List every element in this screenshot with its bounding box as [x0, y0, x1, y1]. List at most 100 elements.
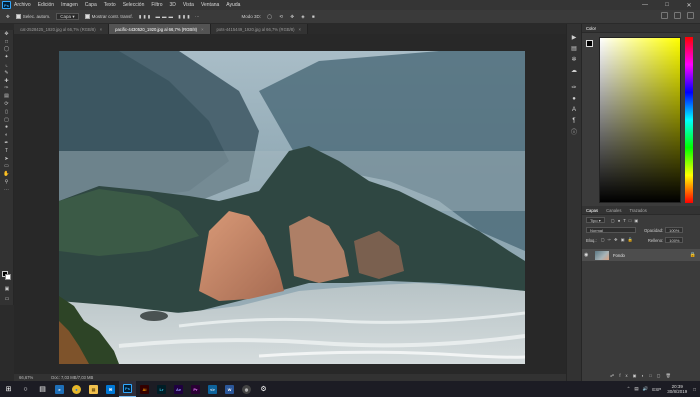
eraser-tool-icon[interactable]: ▯ [0, 108, 13, 116]
screen-mode-icon[interactable]: ▭ [0, 295, 14, 303]
close-tab-icon[interactable]: × [100, 27, 102, 32]
layer-name[interactable]: Fondo [613, 253, 625, 258]
zoom-tool-icon[interactable]: ⚲ [0, 178, 13, 186]
share-icon[interactable] [687, 12, 694, 19]
chrome-icon[interactable]: ● [68, 381, 85, 397]
eyedropper-tool-icon[interactable]: ✎ [0, 69, 13, 77]
menu-archivo[interactable]: Archivo [14, 2, 31, 8]
path-select-icon[interactable]: ➤ [0, 155, 13, 163]
align-icons[interactable]: ▮▮▮ ▬▬▬ ▮▮▮ ⋯ [139, 12, 202, 21]
language-indicator[interactable]: ESP [652, 387, 661, 392]
photoshop-taskbar-icon[interactable]: Ps [119, 381, 136, 397]
show-transform-checkbox[interactable] [84, 14, 90, 19]
task-view-icon[interactable]: ▤ [34, 381, 51, 397]
menu-ventana[interactable]: Ventana [201, 2, 219, 8]
brush-settings-icon[interactable]: ✑ [567, 82, 581, 93]
gradient-tool-icon[interactable]: ▢ [0, 116, 13, 124]
workspace-icon[interactable] [674, 12, 681, 19]
close-tab-icon[interactable]: × [201, 27, 203, 32]
quick-select-tool-icon[interactable]: ✦ [0, 53, 13, 61]
canvas-area[interactable] [14, 34, 566, 374]
crop-tool-icon[interactable]: ⌞ [0, 61, 13, 69]
tab-canales[interactable]: Canales [606, 208, 621, 213]
adjust-icon[interactable]: ✲ [567, 54, 581, 65]
background-color-swatch[interactable] [5, 274, 11, 280]
pen-tool-icon[interactable]: ✒ [0, 139, 13, 147]
history-brush-icon[interactable]: ⟳ [0, 100, 13, 108]
marquee-tool-icon[interactable]: □ [0, 38, 13, 46]
blend-mode-dropdown[interactable]: Normal [586, 227, 636, 233]
menu-vista[interactable]: Vista [183, 2, 194, 8]
clock[interactable]: 20:39 30/8/2019 [667, 384, 687, 394]
hue-slider[interactable] [685, 37, 693, 203]
menu-capa[interactable]: Capa [85, 2, 97, 8]
vscode-icon[interactable]: <> [204, 381, 221, 397]
move-tool-icon[interactable]: ✥ [0, 30, 13, 38]
more-tools-icon[interactable]: ⋯ [0, 186, 13, 194]
search-icon[interactable] [661, 12, 668, 19]
explorer-icon[interactable]: ▤ [85, 381, 102, 397]
type-tool-icon[interactable]: T [0, 147, 13, 155]
edge-icon[interactable]: e [51, 381, 68, 397]
zoom-level[interactable]: 66,67% [19, 375, 33, 380]
after-effects-icon[interactable]: Ae [170, 381, 187, 397]
layers-footer-icons[interactable]: ☍fx▣◐□▢🗑 [582, 371, 700, 381]
tab-capas[interactable]: Capas [586, 208, 598, 213]
mode-3d-icons[interactable]: ◯ ⟲ ✥ ◈ ■ [267, 12, 318, 21]
color-panel-title[interactable]: Color [586, 26, 596, 31]
lock-icons[interactable]: ▢✑✥▣🔒 [601, 237, 636, 243]
shape-tool-icon[interactable]: ▭ [0, 163, 13, 171]
layer-row[interactable]: ◉ Fondo 🔒 [582, 249, 700, 261]
volume-icon[interactable]: 🔊 [643, 386, 649, 392]
minimize-icon[interactable]: — [634, 0, 656, 10]
foreground-swatch[interactable] [586, 40, 593, 47]
app-icon[interactable]: ◎ [238, 381, 255, 397]
illustrator-icon[interactable]: Ai [136, 381, 153, 397]
stamp-tool-icon[interactable]: ▤ [0, 92, 13, 100]
menu-ayuda[interactable]: Ayuda [226, 2, 240, 8]
play-icon[interactable]: ▶ [567, 32, 581, 43]
hand-tool-icon[interactable]: ✋ [0, 170, 13, 178]
network-icon[interactable]: ▤ [634, 386, 638, 392]
maximize-icon[interactable]: □ [656, 0, 678, 10]
notifications-icon[interactable]: □ [693, 387, 696, 392]
layer-select-dropdown[interactable]: Capa ▾ [56, 13, 79, 20]
visibility-eye-icon[interactable]: ◉ [584, 252, 592, 258]
search-icon[interactable]: ○ [17, 381, 34, 397]
opacity-input[interactable]: 100% [665, 227, 684, 233]
cloud-icon[interactable]: ☁ [567, 65, 581, 76]
lasso-tool-icon[interactable]: ◯ [0, 46, 13, 54]
auto-select-checkbox[interactable] [15, 14, 21, 19]
healing-tool-icon[interactable]: ✚ [0, 77, 13, 85]
paragraph-icon[interactable]: ¶ [567, 115, 581, 126]
tab-document-3[interactable]: pots-4415449_1920.jpg al 66,7% (RGB/8) × [210, 24, 308, 34]
move-tool-icon[interactable]: ✥ [6, 12, 10, 21]
tab-document-1[interactable]: cat-2528425_1920.jpg al 66,7% (RGB/8) × [14, 24, 110, 34]
brushes-icon[interactable]: ● [567, 93, 581, 104]
character-icon[interactable]: A [567, 104, 581, 115]
close-icon[interactable]: ✕ [678, 0, 700, 10]
menu-seleccion[interactable]: Selección [123, 2, 145, 8]
color-picker-field[interactable] [599, 37, 681, 203]
mail-icon[interactable]: ✉ [102, 381, 119, 397]
blur-tool-icon[interactable]: ● [0, 124, 13, 132]
history-icon[interactable]: ▤ [567, 43, 581, 54]
menu-3d[interactable]: 3D [170, 2, 176, 8]
menu-filtro[interactable]: Filtro [151, 2, 162, 8]
close-tab-icon[interactable]: × [299, 27, 301, 32]
menu-texto[interactable]: Texto [104, 2, 116, 8]
menu-edicion[interactable]: Edición [38, 2, 54, 8]
brush-tool-icon[interactable]: ✑ [0, 85, 13, 93]
tray-chevron-icon[interactable]: ⌃ [627, 386, 631, 392]
quick-mask-icon[interactable]: ▣ [0, 285, 14, 293]
tab-trazados[interactable]: Trazados [629, 208, 646, 213]
premiere-icon[interactable]: Pr [187, 381, 204, 397]
fill-input[interactable]: 100% [665, 237, 684, 243]
lightroom-icon[interactable]: Lr [153, 381, 170, 397]
info-icon[interactable]: ⓘ [567, 126, 581, 137]
menu-imagen[interactable]: Imagen [61, 2, 78, 8]
document-image[interactable] [59, 51, 525, 364]
layer-filter-dropdown[interactable]: Tipo ▾ [586, 217, 605, 223]
dodge-tool-icon[interactable]: ◐ [0, 131, 13, 139]
filter-icons[interactable]: ▢●T□▣ [611, 218, 642, 223]
